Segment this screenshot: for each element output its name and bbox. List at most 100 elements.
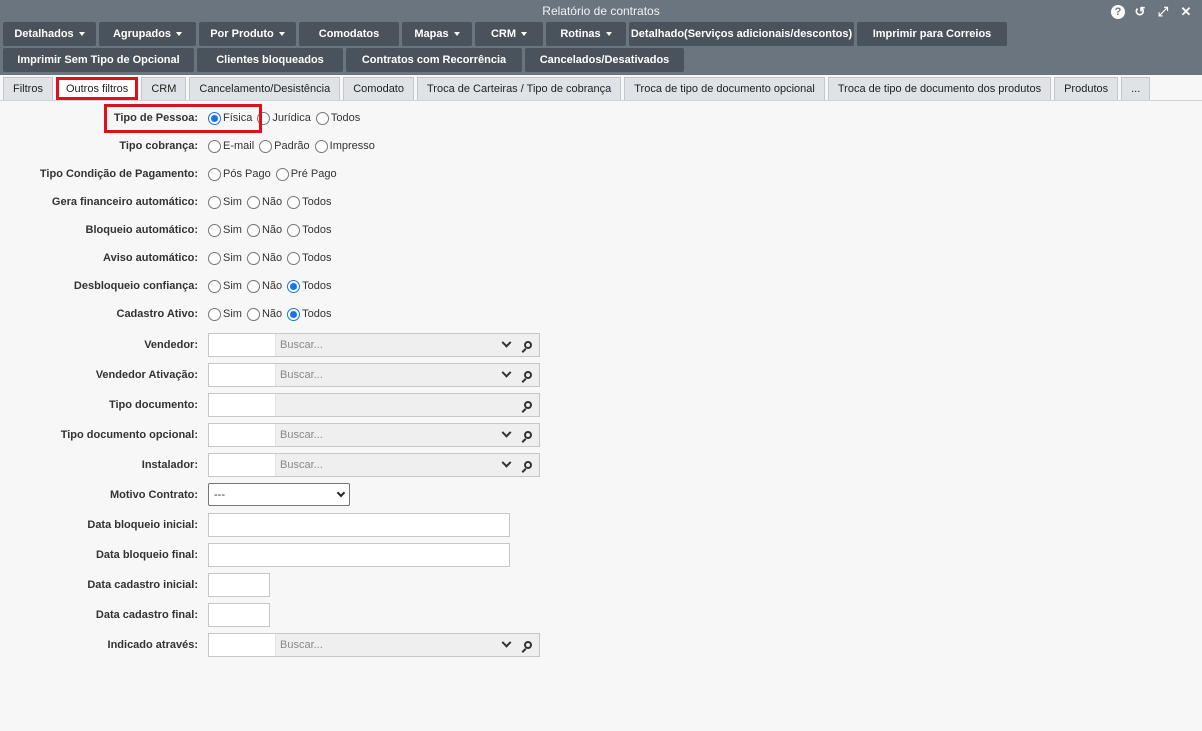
radio-button[interactable] bbox=[246, 307, 260, 321]
vendedor-search-input[interactable]: Buscar... bbox=[276, 334, 495, 356]
radio-aviso-automatico-todos[interactable]: Todos bbox=[287, 251, 332, 265]
vendedor-code-input[interactable] bbox=[209, 334, 276, 356]
history-icon[interactable]: ↺ bbox=[1132, 4, 1148, 20]
search-icon[interactable] bbox=[517, 334, 539, 356]
mapas-button[interactable]: Mapas bbox=[402, 22, 472, 46]
radio-gera-financeiro-automatico-todos[interactable]: Todos bbox=[287, 195, 332, 209]
radio-button[interactable] bbox=[287, 251, 301, 265]
radio-desbloqueio-confianca-nao[interactable]: Não bbox=[246, 279, 282, 293]
radio-bloqueio-automatico-sim[interactable]: Sim bbox=[208, 223, 242, 237]
radio-button[interactable] bbox=[208, 251, 221, 265]
radio-gera-financeiro-automatico-sim[interactable]: Sim bbox=[208, 195, 242, 209]
chevron-down-icon[interactable] bbox=[495, 334, 517, 356]
tab-crm[interactable]: CRM bbox=[141, 77, 187, 100]
contratos-com-recorrencia-button[interactable]: Contratos com Recorrência bbox=[346, 48, 522, 72]
rotinas-button[interactable]: Rotinas bbox=[546, 22, 626, 46]
radio-tipo-de-pessoa-todos[interactable]: Todos bbox=[315, 111, 360, 125]
radio-button[interactable] bbox=[315, 111, 329, 125]
chevron-down-icon[interactable] bbox=[495, 634, 517, 656]
radio-button[interactable] bbox=[314, 139, 328, 153]
data-cadastro-final-input[interactable] bbox=[208, 603, 270, 627]
motivo-contrato-select[interactable]: --- bbox=[208, 483, 350, 506]
radio-desbloqueio-confianca-todos[interactable]: Todos bbox=[287, 279, 332, 293]
vendedor-ativacao-code-input[interactable] bbox=[209, 364, 276, 386]
data-bloqueio-inicial-input[interactable] bbox=[208, 513, 510, 537]
tipo-documento-opcional-code-input[interactable] bbox=[209, 424, 276, 446]
tab-produtos[interactable]: Produtos bbox=[1054, 77, 1119, 100]
radio-tipo-condicao-de-pagamento-pre-pago[interactable]: Pré Pago bbox=[275, 167, 337, 181]
radio-tipo-cobranca-padrao[interactable]: Padrão bbox=[259, 139, 310, 153]
expand-icon[interactable]: ⤢ bbox=[1155, 4, 1171, 20]
radio-button[interactable] bbox=[208, 167, 221, 181]
radio-tipo-cobranca-impresso[interactable]: Impresso bbox=[314, 139, 375, 153]
tipo-documento-opcional-search-input[interactable]: Buscar... bbox=[276, 424, 495, 446]
radio-desbloqueio-confianca-sim[interactable]: Sim bbox=[208, 279, 242, 293]
instalador-code-input[interactable] bbox=[209, 454, 276, 476]
detalhados-button[interactable]: Detalhados bbox=[3, 22, 96, 46]
tab-troca-de-carteiras-tipo-de-cobranca[interactable]: Troca de Carteiras / Tipo de cobrança bbox=[417, 77, 622, 100]
search-icon[interactable] bbox=[517, 364, 539, 386]
radio-cadastro-ativo-sim[interactable]: Sim bbox=[208, 307, 242, 321]
search-icon[interactable] bbox=[517, 424, 539, 446]
radio-button[interactable] bbox=[246, 279, 260, 293]
radio-tipo-cobranca-e-mail[interactable]: E-mail bbox=[208, 139, 254, 153]
tab-cancelamento-desistencia[interactable]: Cancelamento/Desistência bbox=[189, 77, 341, 100]
radio-button[interactable] bbox=[246, 195, 260, 209]
radio-gera-financeiro-automatico-nao[interactable]: Não bbox=[246, 195, 282, 209]
radio-button[interactable] bbox=[287, 223, 301, 237]
search-icon[interactable] bbox=[517, 454, 539, 476]
radio-button[interactable] bbox=[246, 251, 260, 265]
radio-tipo-de-pessoa-juridica[interactable]: Jurídica bbox=[257, 111, 311, 125]
clientes-bloqueados-button[interactable]: Clientes bloqueados bbox=[197, 48, 343, 72]
radio-aviso-automatico-sim[interactable]: Sim bbox=[208, 251, 242, 265]
indicado-atraves-search-input[interactable]: Buscar... bbox=[276, 634, 495, 656]
tab-troca-de-tipo-de-documento-dos-produtos[interactable]: Troca de tipo de documento dos produtos bbox=[827, 77, 1052, 100]
por-produto-button[interactable]: Por Produto bbox=[199, 22, 296, 46]
radio-button[interactable] bbox=[208, 279, 221, 293]
imprimir-sem-tipo-de-opcional-button[interactable]: Imprimir Sem Tipo de Opcional bbox=[3, 48, 194, 72]
radio-bloqueio-automatico-nao[interactable]: Não bbox=[246, 223, 282, 237]
close-icon[interactable]: ✕ bbox=[1178, 4, 1194, 20]
agrupados-button[interactable]: Agrupados bbox=[99, 22, 196, 46]
tab-troca-de-tipo-de-documento-opcional[interactable]: Troca de tipo de documento opcional bbox=[624, 77, 825, 100]
radio-bloqueio-automatico-todos[interactable]: Todos bbox=[287, 223, 332, 237]
chevron-down-icon[interactable] bbox=[495, 454, 517, 476]
imprimir-para-correios-button[interactable]: Imprimir para Correios bbox=[857, 22, 1007, 46]
comodatos-button[interactable]: Comodatos bbox=[299, 22, 399, 46]
chevron-down-icon[interactable] bbox=[495, 364, 517, 386]
vendedor-ativacao-search-input[interactable]: Buscar... bbox=[276, 364, 495, 386]
detalhado-servicos-adicionais-descontos-button[interactable]: Detalhado(Serviços adicionais/descontos) bbox=[629, 22, 854, 46]
data-cadastro-inicial-input[interactable] bbox=[208, 573, 270, 597]
data-bloqueio-final-input[interactable] bbox=[208, 543, 510, 567]
help-icon[interactable]: ? bbox=[1111, 5, 1125, 19]
crm-button[interactable]: CRM bbox=[475, 22, 543, 46]
tab-outros-filtros[interactable]: Outros filtros bbox=[55, 77, 139, 100]
radio-button[interactable] bbox=[287, 279, 301, 293]
tipo-documento-code-input[interactable] bbox=[209, 394, 276, 416]
radio-button[interactable] bbox=[275, 167, 289, 181]
radio-button[interactable] bbox=[208, 139, 221, 153]
tipo-documento-search-input[interactable] bbox=[276, 394, 517, 416]
radio-button[interactable] bbox=[208, 195, 221, 209]
search-icon[interactable] bbox=[517, 394, 539, 416]
clientes-bloqueados-button-label: Clientes bloqueados bbox=[216, 54, 324, 66]
radio-button[interactable] bbox=[287, 307, 301, 321]
radio-cadastro-ativo-nao[interactable]: Não bbox=[246, 307, 282, 321]
tab-filtros[interactable]: Filtros bbox=[3, 77, 53, 100]
radio-button[interactable] bbox=[246, 223, 260, 237]
radio-tipo-condicao-de-pagamento-pos-pago[interactable]: Pós Pago bbox=[208, 167, 271, 181]
radio-button[interactable] bbox=[259, 139, 273, 153]
radio-aviso-automatico-nao[interactable]: Não bbox=[246, 251, 282, 265]
radio-button[interactable] bbox=[208, 223, 221, 237]
search-icon[interactable] bbox=[517, 634, 539, 656]
radio-cadastro-ativo-todos[interactable]: Todos bbox=[287, 307, 332, 321]
imprimir-sem-tipo-de-opcional-button-label: Imprimir Sem Tipo de Opcional bbox=[17, 54, 180, 66]
chevron-down-icon[interactable] bbox=[495, 424, 517, 446]
radio-button[interactable] bbox=[208, 307, 221, 321]
indicado-atraves-code-input[interactable] bbox=[209, 634, 276, 656]
radio-button[interactable] bbox=[287, 195, 301, 209]
tab-comodato[interactable]: Comodato bbox=[343, 77, 414, 100]
instalador-search-input[interactable]: Buscar... bbox=[276, 454, 495, 476]
cancelados-desativados-button[interactable]: Cancelados/Desativados bbox=[525, 48, 684, 72]
tab-more[interactable]: ... bbox=[1121, 77, 1151, 100]
